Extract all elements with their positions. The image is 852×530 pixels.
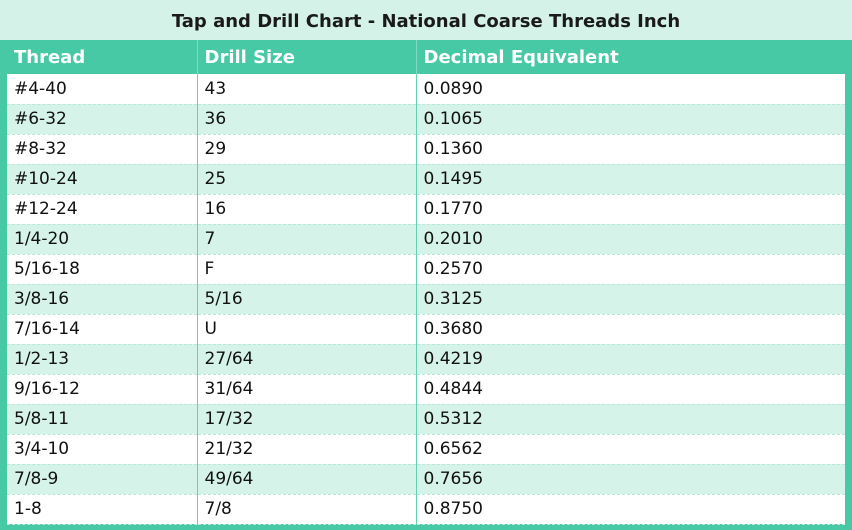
table-row: 5/16-18 F 0.2570 — [7, 254, 845, 285]
header-row: Thread Drill Size Decimal Equivalent — [7, 40, 845, 74]
drill-size-cell: 36 — [197, 104, 417, 135]
decimal-equivalent-cell: 0.0890 — [416, 74, 845, 105]
table-row: 7/16-14 U 0.3680 — [7, 314, 845, 345]
column-header-decimal-equivalent: Decimal Equivalent — [416, 40, 845, 74]
table-row: #12-24 16 0.1770 — [7, 194, 845, 225]
drill-size-cell: 16 — [197, 194, 417, 225]
table-row: #4-40 43 0.0890 — [7, 74, 845, 105]
decimal-equivalent-cell: 0.2570 — [416, 254, 845, 285]
thread-cell: 7/8-9 — [7, 464, 198, 495]
drill-size-cell: 31/64 — [197, 374, 417, 405]
table-row: #6-32 36 0.1065 — [7, 104, 845, 135]
table-row: 1/4-20 7 0.2010 — [7, 224, 845, 255]
decimal-equivalent-cell: 0.4219 — [416, 344, 845, 375]
decimal-equivalent-cell: 0.2010 — [416, 224, 845, 255]
table-body: #4-40 43 0.0890 #6-32 36 0.1065 #8-32 29 0.1360 #… — [7, 74, 845, 525]
decimal-equivalent-cell: 0.8750 — [416, 494, 845, 525]
thread-cell: 1-8 — [7, 494, 198, 525]
decimal-equivalent-cell: 0.4844 — [416, 374, 845, 405]
drill-size-cell: 27/64 — [197, 344, 417, 375]
drill-size-cell: 7 — [197, 224, 417, 255]
table-row: 7/8-9 49/64 0.7656 — [7, 464, 845, 495]
decimal-equivalent-cell: 0.1360 — [416, 134, 845, 165]
thread-cell: #12-24 — [7, 194, 198, 225]
decimal-equivalent-cell: 0.6562 — [416, 434, 845, 465]
column-header-drill-size: Drill Size — [197, 40, 417, 74]
table-row: 1/2-13 27/64 0.4219 — [7, 344, 845, 375]
drill-size-cell: 7/8 — [197, 494, 417, 525]
drill-size-cell: U — [197, 314, 417, 345]
chart-frame: Tap and Drill Chart - National Coarse Th… — [0, 0, 852, 530]
decimal-equivalent-cell: 0.1770 — [416, 194, 845, 225]
decimal-equivalent-cell: 0.1495 — [416, 164, 845, 195]
drill-size-cell: 25 — [197, 164, 417, 195]
tap-drill-table: Thread Drill Size Decimal Equivalent #4-… — [7, 40, 845, 525]
table-row: 1-8 7/8 0.8750 — [7, 494, 845, 525]
thread-cell: 1/4-20 — [7, 224, 198, 255]
drill-size-cell: 5/16 — [197, 284, 417, 315]
drill-size-cell: 17/32 — [197, 404, 417, 435]
table-row: 9/16-12 31/64 0.4844 — [7, 374, 845, 405]
thread-cell: #8-32 — [7, 134, 198, 165]
table-row: 3/4-10 21/32 0.6562 — [7, 434, 845, 465]
thread-cell: 5/8-11 — [7, 404, 198, 435]
table-row: 5/8-11 17/32 0.5312 — [7, 404, 845, 435]
drill-size-cell: 43 — [197, 74, 417, 105]
thread-cell: #4-40 — [7, 74, 198, 105]
drill-size-cell: 29 — [197, 134, 417, 165]
decimal-equivalent-cell: 0.3680 — [416, 314, 845, 345]
thread-cell: #10-24 — [7, 164, 198, 195]
thread-cell: 9/16-12 — [7, 374, 198, 405]
thread-cell: 7/16-14 — [7, 314, 198, 345]
thread-cell: 3/4-10 — [7, 434, 198, 465]
thread-cell: 1/2-13 — [7, 344, 198, 375]
drill-size-cell: 21/32 — [197, 434, 417, 465]
thread-cell: 3/8-16 — [7, 284, 198, 315]
table-row: #10-24 25 0.1495 — [7, 164, 845, 195]
decimal-equivalent-cell: 0.5312 — [416, 404, 845, 435]
page-title: Tap and Drill Chart - National Coarse Th… — [0, 0, 852, 40]
decimal-equivalent-cell: 0.3125 — [416, 284, 845, 315]
decimal-equivalent-cell: 0.1065 — [416, 104, 845, 135]
table-row: #8-32 29 0.1360 — [7, 134, 845, 165]
table-row: 3/8-16 5/16 0.3125 — [7, 284, 845, 315]
thread-cell: 5/16-18 — [7, 254, 198, 285]
column-header-thread: Thread — [7, 40, 198, 74]
decimal-equivalent-cell: 0.7656 — [416, 464, 845, 495]
drill-size-cell: 49/64 — [197, 464, 417, 495]
thread-cell: #6-32 — [7, 104, 198, 135]
drill-size-cell: F — [197, 254, 417, 285]
